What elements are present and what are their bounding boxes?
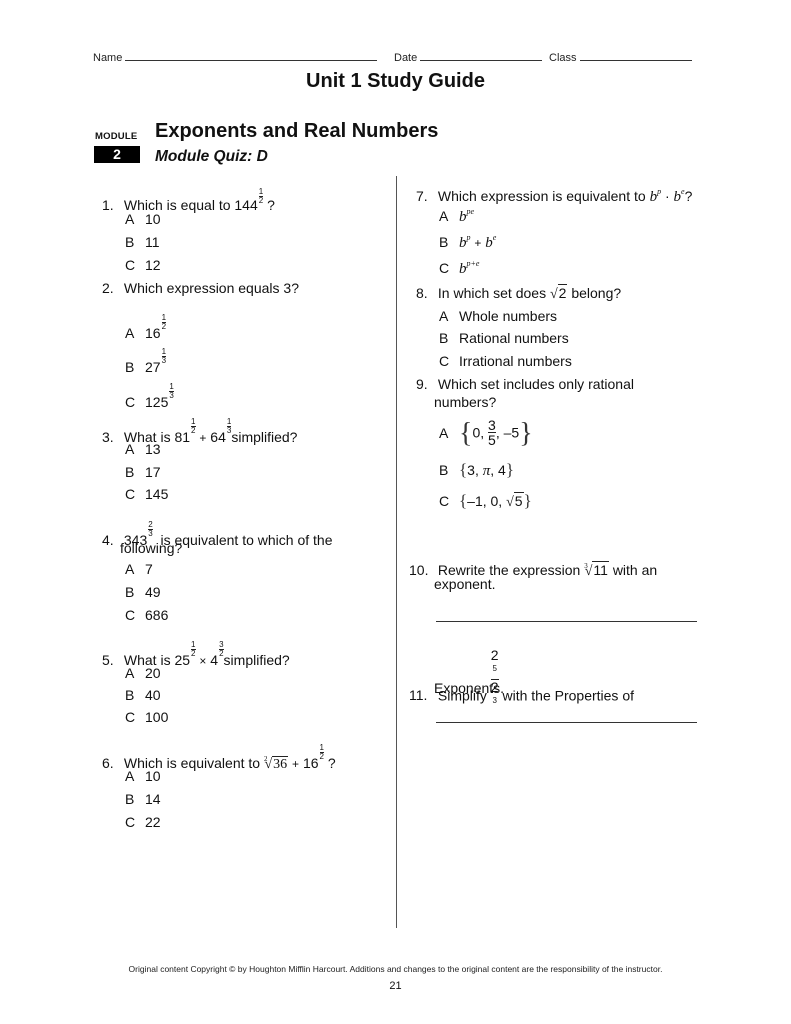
answer-line-11[interactable] [436,722,697,723]
option-3a[interactable]: A 13 [125,441,161,457]
question-number: 3. [102,429,114,445]
column-divider [396,176,397,928]
option-3c[interactable]: C 145 [125,486,168,502]
option-1a[interactable]: A 10 [125,211,161,227]
class-blank[interactable] [579,50,692,61]
date-field[interactable]: Date [394,50,543,64]
option-4b[interactable]: B 49 [125,584,161,600]
option-2b[interactable]: B 27 1 3 [125,348,167,375]
module-title: Exponents and Real Numbers [155,120,439,142]
question-9-line2: numbers? [434,394,497,410]
question-text: Which set includes only rational [437,376,634,392]
cube-root-expression: 3√11 [584,561,609,579]
module-subtitle: Module Quiz: D [155,148,268,165]
option-8c[interactable]: C Irrational numbers [439,353,572,369]
question-7: 7. Which expression is equivalent to bp … [416,187,693,205]
option-8a[interactable]: A Whole numbers [439,308,557,324]
question-number: 8. [416,285,428,301]
page-number: 21 [389,980,402,992]
option-4a[interactable]: A7 [125,561,153,577]
question-2: 2. Which expression equals 3? [102,279,299,297]
answer-line-10[interactable] [436,621,697,622]
class-label: Class [549,52,577,64]
option-7a[interactable]: Abpe [439,207,474,226]
question-number: 4. [102,532,114,548]
question-10-line2: exponent. [434,576,496,592]
option-2a[interactable]: A 16 1 2 [125,314,167,341]
question-number: 1. [102,197,114,213]
question-number: 11. [409,687,428,704]
class-field[interactable]: Class [549,50,692,64]
question-8: 8. In which set does √2 belong? [416,284,622,302]
option-5c[interactable]: C 100 [125,709,168,725]
question-text: In which set does [437,285,547,301]
option-6c[interactable]: C 22 [125,814,161,830]
question-text-end: ? [267,197,275,213]
option-1c[interactable]: C 12 [125,257,161,273]
question-number: 6. [102,755,114,771]
name-label: Name [93,52,123,64]
option-6b[interactable]: B 14 [125,791,161,807]
option-9a[interactable]: A {0, 35, –5} [439,418,533,450]
question-text: is equivalent to which of the [160,532,333,548]
date-label: Date [394,52,418,64]
option-8b[interactable]: B Rational numbers [439,330,569,346]
option-5a[interactable]: A 20 [125,665,161,681]
option-7c[interactable]: Cbp+e [439,259,479,278]
option-9b[interactable]: B {3, π, 4} [439,460,514,480]
option-1b[interactable]: B 11 [125,234,160,250]
module-label: MODULE [95,131,138,142]
page-title: Unit 1 Study Guide [306,70,485,92]
option-6a[interactable]: A 10 [125,768,161,784]
name-field[interactable]: Name [93,50,378,64]
option-4c[interactable]: C 686 [125,607,168,623]
question-number: 5. [102,652,114,668]
exponent-fraction: 12 [258,187,264,205]
question-4-line2: following? [120,540,183,556]
option-7b[interactable]: Bbp + be [439,233,496,252]
question-text: Which expression equals 3? [123,280,299,296]
question-11-line2: Exponents. [434,680,505,696]
radical-expression: 2√36 [263,755,289,772]
name-blank[interactable] [125,50,378,61]
question-text: Which expression is equivalent to [437,188,646,204]
module-number-badge: 2 [94,146,140,163]
question-number: 7. [416,188,428,204]
sqrt-expression: √2 [549,284,568,302]
question-9: 9. Which set includes only rational [416,375,634,393]
question-number: 10. [409,562,429,578]
copyright-notice: Original content Copyright © by Houghton… [128,964,663,974]
option-2c[interactable]: C 125 1 3 [125,383,174,410]
date-blank[interactable] [420,50,543,61]
option-9c[interactable]: C {–1, 0, √5} [439,491,532,511]
question-number: 9. [416,376,428,392]
question-number: 2. [102,280,114,296]
option-5b[interactable]: B 40 [125,687,161,703]
option-3b[interactable]: B 17 [125,464,161,480]
